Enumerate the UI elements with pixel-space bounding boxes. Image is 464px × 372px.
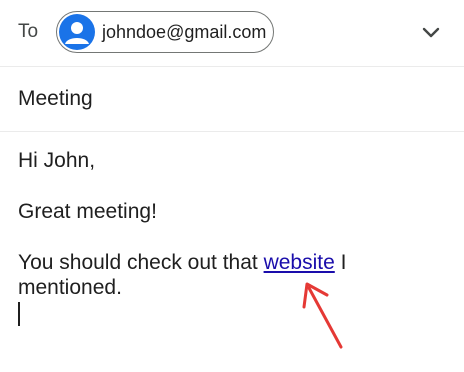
greeting-line: Hi John, [18,149,96,172]
recipient-chip[interactable]: johndoe@gmail.com [56,11,274,53]
body-line-with-link: You should check out that website I ment… [18,250,448,300]
chevron-down-icon[interactable] [418,20,444,46]
recipient-email: johndoe@gmail.com [102,22,267,42]
message-body[interactable]: Hi John, Great meeting! You should check… [18,148,448,300]
text-cursor [18,302,20,326]
person-avatar-icon [59,14,95,50]
body-line: Great meeting! [18,200,157,223]
subject-field[interactable]: Meeting [0,67,464,132]
to-row: To johndoe@gmail.com [0,0,464,67]
subject-text: Meeting [18,87,93,110]
body-text: You should check out that [18,251,264,274]
to-label: To [18,21,39,42]
website-link[interactable]: website [264,251,335,274]
